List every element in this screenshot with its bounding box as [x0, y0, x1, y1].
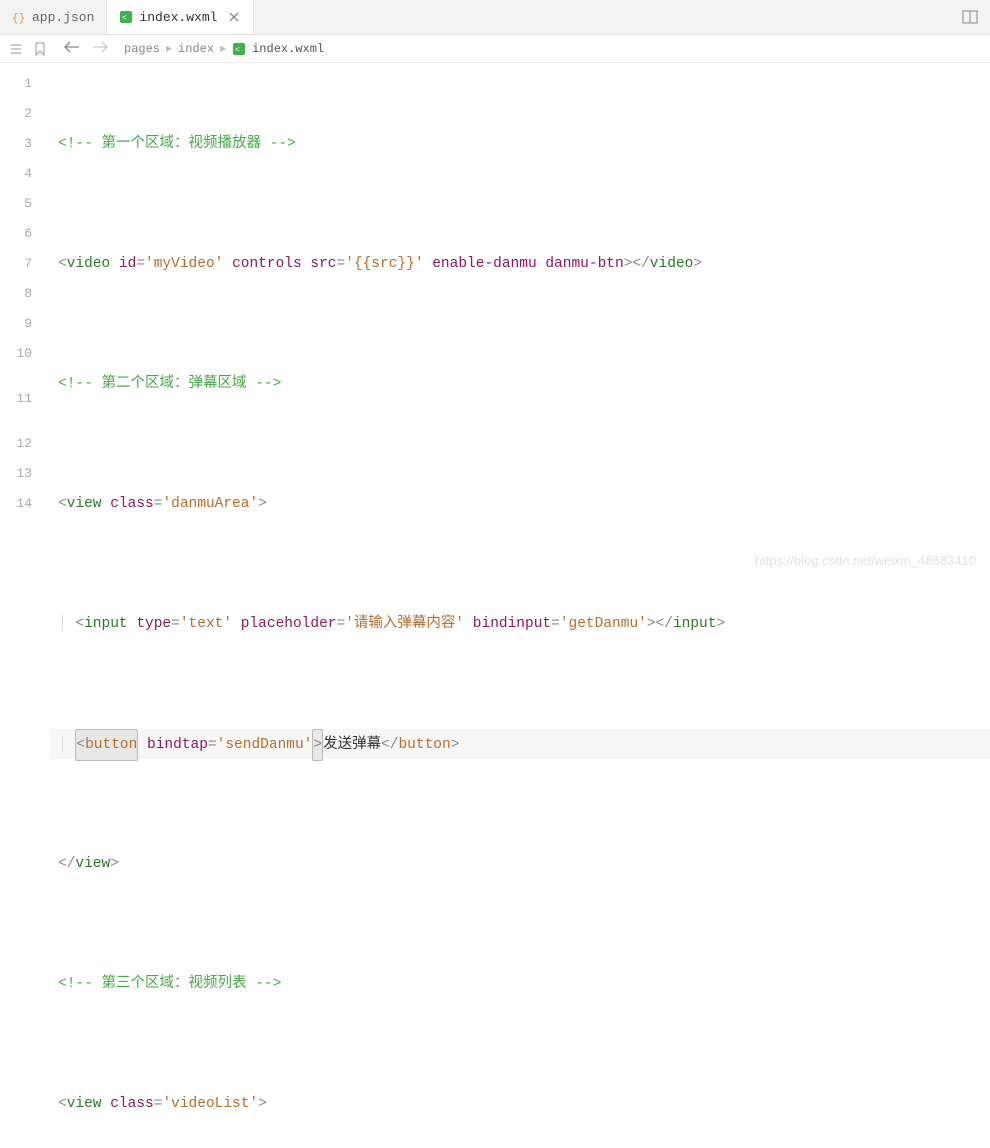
line-number: 4: [0, 159, 32, 189]
code-line: │ <button bindtap='sendDanmu'>发送弹幕</butt…: [50, 729, 990, 759]
code-line: </view>: [50, 849, 990, 879]
nav-arrows: [64, 41, 108, 57]
forward-arrow-icon[interactable]: [92, 41, 108, 57]
line-number: 9: [0, 309, 32, 339]
breadcrumb-file[interactable]: index.wxml: [252, 42, 324, 56]
code-line: <view class='danmuArea'>: [50, 489, 990, 519]
list-icon[interactable]: [8, 41, 24, 57]
wxml-file-icon: <: [119, 10, 133, 24]
breadcrumb-bar: pages ▸ index ▸ < index.wxml: [0, 35, 990, 63]
line-number: 1: [0, 69, 32, 99]
line-number: 11: [0, 369, 32, 429]
code-line: <view class='videoList'>: [50, 1089, 990, 1119]
back-arrow-icon[interactable]: [64, 41, 80, 57]
code-area[interactable]: <!-- 第一个区域：视频播放器 --> <video id='myVideo'…: [50, 63, 990, 574]
line-number: 13: [0, 459, 32, 489]
line-number: 8: [0, 279, 32, 309]
line-number: 5: [0, 189, 32, 219]
line-gutter: 1 2 3 4 5 6 7 8 9 10 11 12 13 14: [0, 63, 50, 574]
chevron-right-icon: ▸: [166, 41, 172, 56]
line-number: 10: [0, 339, 32, 369]
bookmark-icon[interactable]: [32, 41, 48, 57]
split-editor-icon[interactable]: [950, 0, 990, 34]
tab-index-wxml[interactable]: < index.wxml: [107, 0, 254, 34]
line-number: 2: [0, 99, 32, 129]
code-line: │ <input type='text' placeholder='请输入弹幕内…: [50, 609, 990, 639]
breadcrumb-path: pages ▸ index ▸ < index.wxml: [124, 41, 324, 56]
line-number: 7: [0, 249, 32, 279]
line-number: 12: [0, 429, 32, 459]
tab-app-json[interactable]: {} app.json: [0, 0, 107, 34]
code-line: <!-- 第三个区域：视频列表 -->: [50, 969, 990, 999]
tab-label: index.wxml: [139, 10, 217, 25]
json-file-icon: {}: [12, 10, 26, 24]
tab-label: app.json: [32, 10, 94, 25]
line-number: [0, 519, 32, 549]
svg-text:<: <: [235, 45, 240, 54]
tabs-bar: {} app.json < index.wxml: [0, 0, 990, 35]
code-line: <!-- 第二个区域：弹幕区域 -->: [50, 369, 990, 399]
wxml-file-icon: <: [232, 42, 246, 56]
breadcrumb-item[interactable]: index: [178, 42, 214, 56]
code-line: <video id='myVideo' controls src='{{src}…: [50, 249, 990, 279]
chevron-right-icon: ▸: [220, 41, 226, 56]
svg-text:<: <: [122, 13, 127, 22]
line-number: 6: [0, 219, 32, 249]
close-icon[interactable]: [227, 10, 241, 24]
code-line: <!-- 第一个区域：视频播放器 -->: [50, 129, 990, 159]
svg-text:{}: {}: [12, 13, 25, 24]
breadcrumb-item[interactable]: pages: [124, 42, 160, 56]
editor-area: 1 2 3 4 5 6 7 8 9 10 11 12 13 14 <!-- 第一…: [0, 63, 990, 574]
line-number: 3: [0, 129, 32, 159]
line-number: 14: [0, 489, 32, 519]
